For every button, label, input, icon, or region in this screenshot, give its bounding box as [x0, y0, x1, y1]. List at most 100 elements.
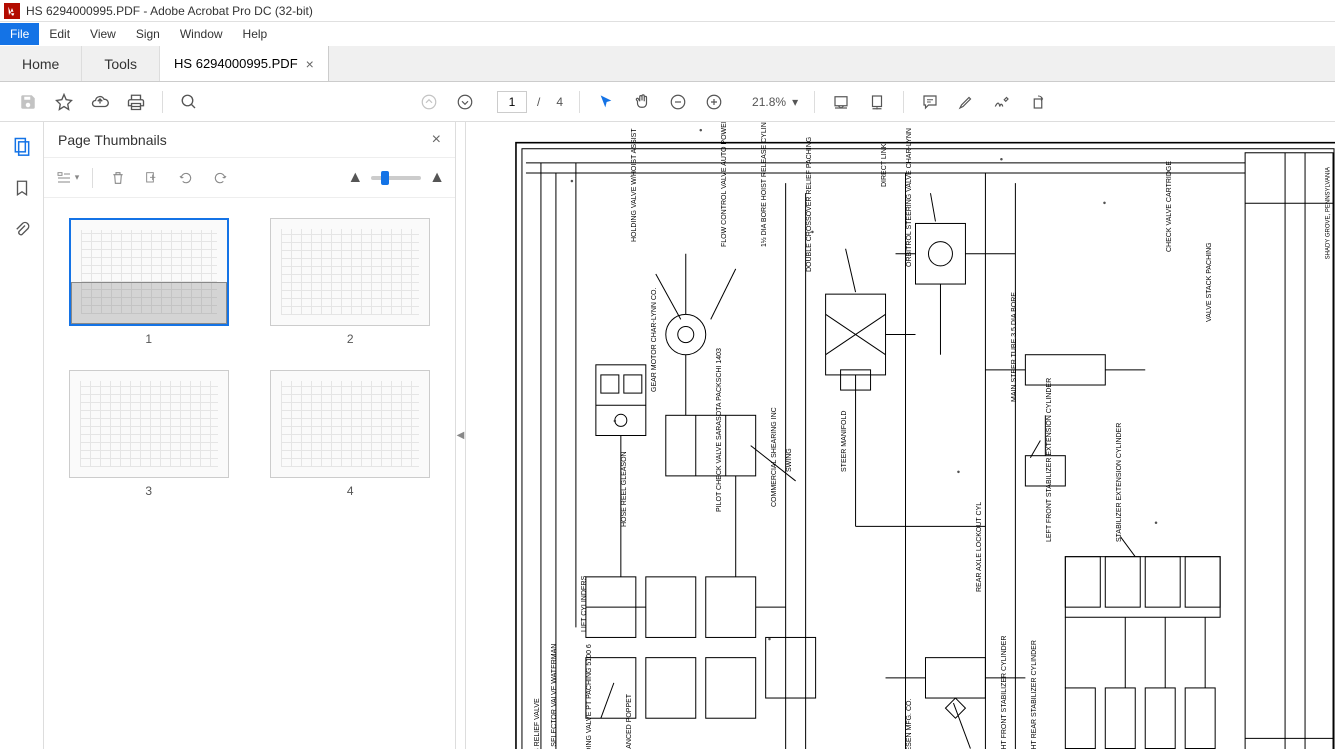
zoom-level-select[interactable]: 21.8% ▾ — [746, 93, 804, 111]
rotate-button[interactable] — [1022, 86, 1054, 118]
thumbnail-item[interactable]: 2 — [260, 218, 442, 346]
callout-label: DOUBLE CROSSOVER RELIEF PACHING — [806, 137, 813, 272]
close-panel-button[interactable]: × — [432, 131, 441, 149]
drawing-location: SHADY GROVE, PENNSYLVANIA — [1325, 167, 1331, 259]
print-button[interactable] — [120, 86, 152, 118]
tab-document-label: HS 6294000995.PDF — [174, 56, 298, 71]
tab-tools[interactable]: Tools — [82, 46, 160, 81]
thumbnail-item[interactable]: 4 — [260, 370, 442, 498]
thumbnail-label: 1 — [145, 332, 152, 346]
page-up-button[interactable] — [413, 86, 445, 118]
tab-bar: Home Tools HS 6294000995.PDF × — [0, 46, 1335, 82]
callout-label: STEER SELECTOR VALVE WATERMAN — [551, 644, 558, 749]
thumbnail-image[interactable] — [69, 218, 229, 326]
callout-label: STEER MANIFOLD — [841, 411, 848, 472]
thumbnail-image[interactable] — [270, 218, 430, 326]
zoom-level-value: 21.8% — [752, 95, 786, 109]
zoom-out-button[interactable] — [662, 86, 694, 118]
sign-button[interactable] — [986, 86, 1018, 118]
menu-window[interactable]: Window — [170, 23, 233, 45]
title-bar: HS 6294000995.PDF - Adobe Acrobat Pro DC… — [0, 0, 1335, 22]
thumbnail-image[interactable] — [270, 370, 430, 478]
callout-label: GEAR MOTOR CHAR-LYNN CO. — [651, 288, 658, 392]
callout-label: RIGHT REAR STABILIZER CYLINDER — [1031, 640, 1038, 749]
callout-label: LEFT FRONT STABILIZER EXTENSION CYLINDER — [1046, 378, 1053, 542]
attachments-rail-button[interactable] — [10, 218, 34, 242]
callout-label: PRESS RELIEF VALVE — [534, 698, 541, 749]
window-title: HS 6294000995.PDF - Adobe Acrobat Pro DC… — [26, 4, 313, 18]
page-total: 4 — [556, 95, 563, 109]
thumbnails-panel-title: Page Thumbnails — [58, 132, 167, 148]
menu-edit[interactable]: Edit — [39, 23, 80, 45]
page-number-input[interactable] — [497, 91, 527, 113]
thumbnail-options-button[interactable]: ▾ — [54, 165, 80, 191]
callout-label: COMMERCIAL SHEARING INC — [771, 407, 778, 507]
thumbnail-label: 4 — [347, 484, 354, 498]
callout-label: HOLDING VALVE W/HOIST ASSIST — [631, 128, 638, 242]
callout-label: PILOT CHECK VALVE SARASOTA PACKSCHI 1403 — [716, 348, 723, 512]
callout-label: ORBITROL STEERING VALVE CHAR-LYNN — [906, 128, 913, 267]
rotate-ccw-button[interactable] — [173, 165, 199, 191]
callout-label: STABILIZER EXTENSION CYLINDER — [1116, 423, 1123, 542]
delete-page-button[interactable] — [105, 165, 131, 191]
callout-label: VALVE STACK PACHING — [1206, 242, 1213, 322]
page-down-button[interactable] — [449, 86, 481, 118]
comment-button[interactable] — [914, 86, 946, 118]
cloud-upload-button[interactable] — [84, 86, 116, 118]
thumbnail-size-slider[interactable] — [371, 176, 421, 180]
selection-tool-button[interactable] — [590, 86, 622, 118]
find-button[interactable] — [173, 86, 205, 118]
menu-file[interactable]: File — [0, 23, 39, 45]
thumbnail-image[interactable] — [69, 370, 229, 478]
large-thumb-icon: ▲ — [429, 169, 445, 187]
thumbnail-item[interactable]: 1 — [58, 218, 240, 346]
hand-tool-button[interactable] — [626, 86, 658, 118]
navigation-rail — [0, 122, 44, 749]
thumbnail-label: 2 — [347, 332, 354, 346]
bookmarks-rail-button[interactable] — [10, 176, 34, 200]
callout-label: HOLDING VALVE PT PACHING 5100 6 — [586, 644, 593, 749]
callout-label: FLOW CONTROL VALVE AUTO POWER VS — [721, 122, 728, 247]
star-button[interactable] — [48, 86, 80, 118]
fit-page-button[interactable] — [861, 86, 893, 118]
callout-label: GRESEN MFG. CO. — [906, 699, 913, 749]
rotate-cw-button[interactable] — [207, 165, 233, 191]
page-separator: / — [537, 95, 540, 109]
thumbnails-panel: Page Thumbnails × ▾ ▲ ▲ 1 2 — [44, 122, 456, 749]
callout-label: RIGHT FRONT STABILIZER CYLINDER — [1001, 636, 1008, 749]
collapse-sidebar-button[interactable]: ◀ — [456, 122, 466, 749]
menu-sign[interactable]: Sign — [126, 23, 170, 45]
thumbnail-label: 3 — [145, 484, 152, 498]
zoom-in-button[interactable] — [698, 86, 730, 118]
callout-label: HOSE REEL GLEASON — [621, 451, 628, 527]
callout-label: CHECK VALVE CARTRIDGE — [1166, 161, 1173, 252]
insert-page-button[interactable] — [139, 165, 165, 191]
save-button[interactable] — [12, 86, 44, 118]
document-viewer[interactable]: HOLDING VALVE W/HOIST ASSIST FLOW CONTRO… — [466, 122, 1335, 749]
thumbnails-toolbar: ▾ ▲ ▲ — [44, 158, 455, 198]
menu-help[interactable]: Help — [233, 23, 278, 45]
small-thumb-icon: ▲ — [347, 169, 363, 187]
tab-home[interactable]: Home — [0, 46, 82, 81]
tab-close-icon[interactable]: × — [306, 56, 314, 72]
main-area: Page Thumbnails × ▾ ▲ ▲ 1 2 — [0, 122, 1335, 749]
menu-view[interactable]: View — [80, 23, 126, 45]
thumbnails-panel-header: Page Thumbnails × — [44, 122, 455, 158]
callout-label: REAR AXLE LOCKOUT CYL — [976, 502, 983, 592]
menu-bar: File Edit View Sign Window Help — [0, 22, 1335, 46]
callout-label: 1½ DIA BORE HOIST RELEASE CYLINDER — [761, 122, 768, 247]
pdf-page: HOLDING VALVE W/HOIST ASSIST FLOW CONTRO… — [486, 122, 1335, 749]
callout-label: BALANCED POPPET — [626, 694, 633, 749]
fit-width-button[interactable] — [825, 86, 857, 118]
thumbnail-item[interactable]: 3 — [58, 370, 240, 498]
thumbnails-rail-button[interactable] — [10, 134, 34, 158]
highlight-button[interactable] — [950, 86, 982, 118]
callout-label: DIRECT LINK — [881, 144, 888, 187]
acrobat-app-icon — [4, 3, 20, 19]
callout-label: LIFT CYLINDERS — [581, 576, 588, 632]
callout-label: SWING — [786, 448, 793, 472]
main-toolbar: / 4 21.8% ▾ — [0, 82, 1335, 122]
callout-label: MAIN STEER TUBE 3.5 DIA BORE — [1011, 292, 1018, 402]
tab-document[interactable]: HS 6294000995.PDF × — [160, 46, 329, 81]
chevron-down-icon: ▾ — [792, 95, 798, 109]
